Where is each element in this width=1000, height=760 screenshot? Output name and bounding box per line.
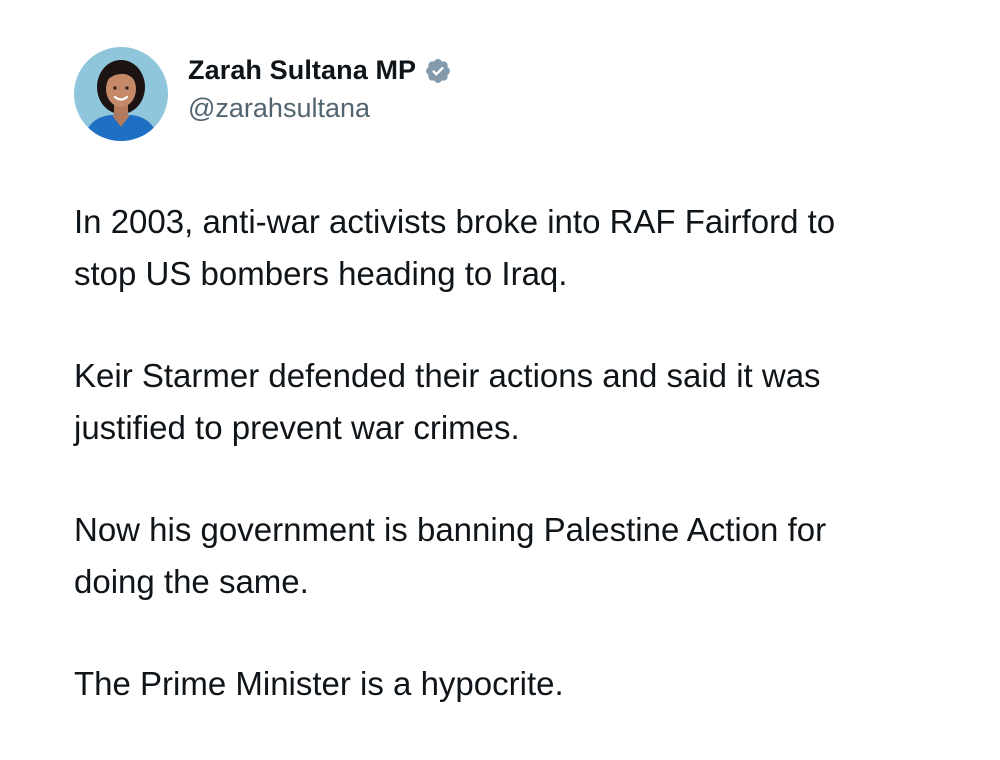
verified-badge-icon bbox=[426, 58, 451, 83]
author-display-name[interactable]: Zarah Sultana MP bbox=[188, 55, 416, 86]
tweet-paragraph: Now his government is banning Palestine … bbox=[74, 511, 827, 600]
tweet-card: Zarah Sultana MP @zarahsultana In 2003, … bbox=[0, 0, 1000, 756]
tweet-header: Zarah Sultana MP @zarahsultana bbox=[74, 46, 452, 142]
avatar[interactable] bbox=[74, 47, 168, 141]
author-identity: Zarah Sultana MP @zarahsultana bbox=[188, 51, 452, 124]
tweet-paragraph: Keir Starmer defended their actions and … bbox=[74, 357, 821, 446]
name-row: Zarah Sultana MP bbox=[188, 51, 452, 91]
tweet-body: In 2003, anti-war activists broke into R… bbox=[74, 196, 974, 760]
tweet-paragraph: The Prime Minister is a hypocrite. bbox=[74, 665, 564, 702]
author-handle[interactable]: @zarahsultana bbox=[188, 93, 452, 124]
tweet-paragraph: In 2003, anti-war activists broke into R… bbox=[74, 203, 836, 292]
